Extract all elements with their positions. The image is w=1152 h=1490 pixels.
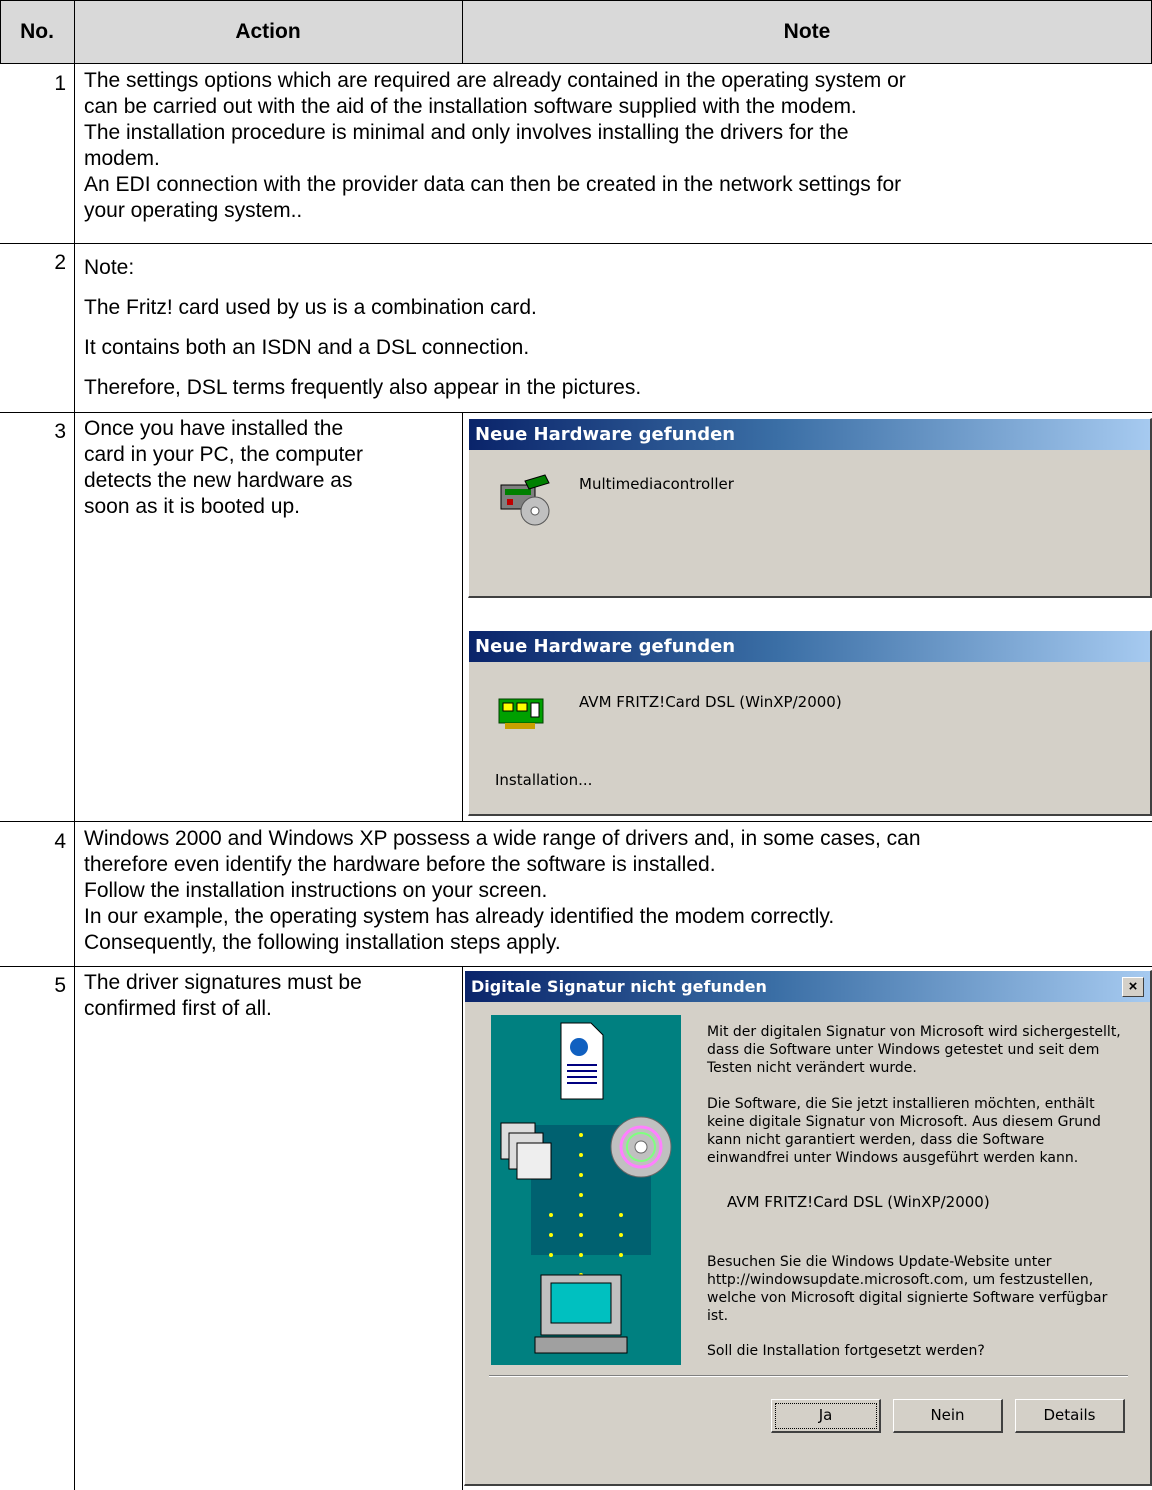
header-note: Note <box>783 20 831 43</box>
paragraph-signature-info: Mit der digitalen Signatur von Microsoft… <box>707 1024 1121 1076</box>
separator <box>489 1375 1128 1377</box>
close-button[interactable]: × <box>1122 977 1144 997</box>
row-5-action: The driver signatures must be confirmed f… <box>84 971 362 1020</box>
new-hardware-dialog-2: Neue Hardware gefunden AVM FRITZ!Card DS… <box>468 630 1152 816</box>
header-no: No. <box>20 20 54 43</box>
installation-status: Installation... <box>495 771 593 789</box>
continue-question: Soll die Installation fortgesetzt werden… <box>707 1343 985 1359</box>
dialog-title: Digitale Signatur nicht gefunden <box>465 971 1150 1002</box>
row-1-action: The settings options which are required … <box>84 69 906 222</box>
multimedia-controller-icon <box>495 471 555 531</box>
device-name: Multimediacontroller <box>579 475 734 493</box>
yes-button[interactable]: Ja <box>771 1399 881 1433</box>
header-action: Action <box>235 20 301 43</box>
details-button[interactable]: Details <box>1015 1399 1125 1433</box>
signature-illustration <box>491 1015 681 1365</box>
row-4-action: Windows 2000 and Windows XP possess a wi… <box>84 827 921 954</box>
network-card-icon <box>497 693 547 733</box>
digital-signature-dialog: Digitale Signatur nicht gefunden × Mit d… <box>464 970 1152 1486</box>
row-3-action: Once you have installed the card in your … <box>84 417 363 518</box>
paragraph-update-info: Besuchen Sie die Windows Update-Website … <box>707 1254 1108 1324</box>
device-name: AVM FRITZ!Card DSL (WinXP/2000) <box>579 693 842 711</box>
row-1-number: 1 <box>54 72 66 95</box>
row-3-number: 3 <box>54 420 66 443</box>
dialog-title: Neue Hardware gefunden <box>469 631 1150 662</box>
row-2-action: Note: The Fritz! card used by us is a com… <box>84 256 642 399</box>
new-hardware-dialog-1: Neue Hardware gefunden Multimediacontrol… <box>468 418 1152 598</box>
row-4-number: 4 <box>54 830 66 853</box>
paragraph-warning: Die Software, die Sie jetzt installieren… <box>707 1096 1101 1166</box>
row-2-number: 2 <box>54 251 66 274</box>
device-name: AVM FRITZ!Card DSL (WinXP/2000) <box>727 1193 990 1211</box>
row-5-number: 5 <box>54 974 66 997</box>
no-button[interactable]: Nein <box>893 1399 1003 1433</box>
dialog-title: Neue Hardware gefunden <box>469 419 1150 450</box>
